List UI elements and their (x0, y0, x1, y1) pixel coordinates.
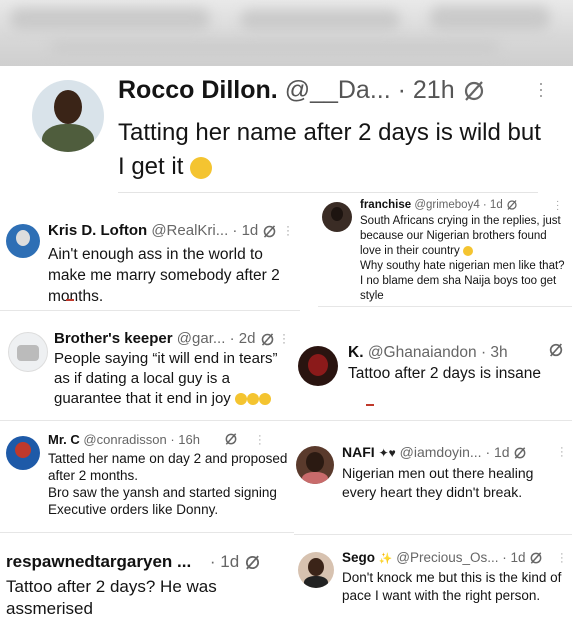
joy-emoji (462, 245, 473, 256)
reply-text: South Africans crying in the replies, ju… (360, 215, 565, 302)
reply-card-k[interactable]: K. @Ghanaiandon · 3h Tattoo after 2 days… (296, 334, 572, 421)
grok-slash-icon[interactable] (548, 342, 564, 358)
timestamp[interactable]: · 21h (398, 76, 455, 104)
joy-emoji (190, 156, 213, 179)
grok-slash-icon[interactable] (513, 446, 527, 460)
author-handle[interactable]: @iamdoyin... (400, 444, 482, 460)
more-dots-icon[interactable]: · · · (560, 549, 564, 568)
avatar[interactable] (322, 202, 352, 232)
author-handle[interactable]: @__Da... (285, 76, 391, 104)
grok-slash-icon[interactable] (462, 79, 486, 103)
author-name[interactable]: NAFI (342, 444, 375, 460)
avatar[interactable] (298, 346, 338, 386)
grok-slash-icon[interactable] (529, 551, 543, 565)
reply-text: Tatted her name on day 2 and proposed af… (48, 451, 288, 517)
avatar[interactable] (6, 224, 40, 258)
reply-text: People saying “it will end in tears” as … (54, 350, 278, 407)
timestamp[interactable]: · 16h (170, 432, 200, 447)
butterfly-heart-icons: ✦♥ (378, 446, 396, 460)
more-dots-icon[interactable]: · · · (258, 431, 262, 450)
more-dots-icon[interactable]: · · · (560, 443, 564, 462)
reply-text: Don't knock me but this is the kind of p… (342, 570, 562, 603)
reply-text: Tattoo after 2 days? He was assmerised (6, 577, 217, 618)
reply-card-kris[interactable]: Kris D. Lofton @RealKri... · 1d · · · Ain'… (0, 206, 300, 311)
joy-emoji (258, 393, 271, 406)
grok-slash-icon[interactable] (224, 432, 238, 446)
avatar[interactable] (32, 80, 104, 152)
author-handle[interactable]: @Ghanaiandon (368, 344, 477, 361)
author-handle[interactable]: @gar... (177, 330, 226, 347)
grok-slash-icon[interactable] (244, 554, 261, 571)
main-tweet-header: Rocco Dillon. @__Da... · 21h (118, 76, 486, 105)
timestamp[interactable]: · 1d (232, 222, 258, 239)
author-handle[interactable]: @Precious_Os... (396, 550, 498, 565)
grok-slash-icon[interactable] (262, 224, 277, 239)
timestamp[interactable]: · 1d (502, 550, 525, 565)
avatar[interactable] (298, 552, 334, 588)
more-dots-icon[interactable]: · · · (286, 220, 290, 240)
author-name[interactable]: Kris D. Lofton (48, 222, 147, 239)
timestamp[interactable]: · 1d (210, 552, 239, 571)
author-name[interactable]: franchise (360, 199, 411, 211)
blurred-header (0, 0, 573, 66)
main-tweet[interactable]: Rocco Dillon. @__Da... · 21h · · · Tatting… (22, 66, 552, 194)
reply-card-franchise[interactable]: franchise @grimeboy4 · 1d · · · South Afri… (318, 194, 572, 307)
reply-card-brothers-keeper[interactable]: Brother's keeper @gar... · 2d · · · People… (0, 322, 300, 421)
more-dots-icon[interactable]: · · · (282, 328, 286, 348)
author-handle[interactable]: @grimeboy4 · 1d (414, 199, 502, 211)
author-handle[interactable]: @conradisson (83, 432, 166, 447)
reply-card-sego[interactable]: Sego ✨ @Precious_Os... · 1d · · · Don't kn… (294, 544, 572, 633)
grok-slash-icon[interactable] (506, 199, 518, 211)
more-dots-icon[interactable]: · · · (538, 74, 544, 104)
avatar[interactable] (296, 446, 334, 484)
timestamp[interactable]: · 3h (481, 344, 508, 361)
joy-emoji (246, 393, 259, 406)
main-tweet-text: Tatting her name after 2 days is wild bu… (118, 119, 541, 180)
reply-text: Nigerian men out there healing every hea… (342, 465, 534, 500)
reply-text: Ain't enough ass in the world to make me… (48, 246, 280, 305)
avatar[interactable] (8, 332, 48, 372)
sparkle-icon: ✨ (378, 553, 393, 565)
reply-card-mr-c[interactable]: Mr. C @conradisson · 16h · · · Tatted her … (0, 428, 300, 533)
author-name[interactable]: Rocco Dillon. (118, 76, 278, 104)
author-name[interactable]: Sego (342, 550, 375, 565)
timestamp[interactable]: · 2d (230, 330, 256, 347)
author-handle[interactable]: @RealKri... (151, 222, 228, 239)
author-name[interactable]: Mr. C (48, 432, 80, 447)
author-name[interactable]: respawnedtargaryen ... (6, 552, 191, 571)
reply-card-nafi[interactable]: NAFI ✦♥ @iamdoyin... · 1d · · · Nigerian m… (294, 436, 572, 535)
grok-slash-icon[interactable] (260, 332, 275, 347)
avatar[interactable] (6, 436, 40, 470)
author-name[interactable]: K. (348, 344, 364, 361)
more-dots-icon[interactable]: · · · (556, 197, 559, 215)
author-name[interactable]: Brother's keeper (54, 330, 173, 347)
reply-card-respawnedtargaryen[interactable]: respawnedtargaryen ... · 1d Tattoo after… (0, 542, 300, 633)
reply-text: Tattoo after 2 days is insane (348, 365, 542, 382)
timestamp[interactable]: · 1d (485, 444, 509, 460)
joy-emoji (234, 393, 247, 406)
